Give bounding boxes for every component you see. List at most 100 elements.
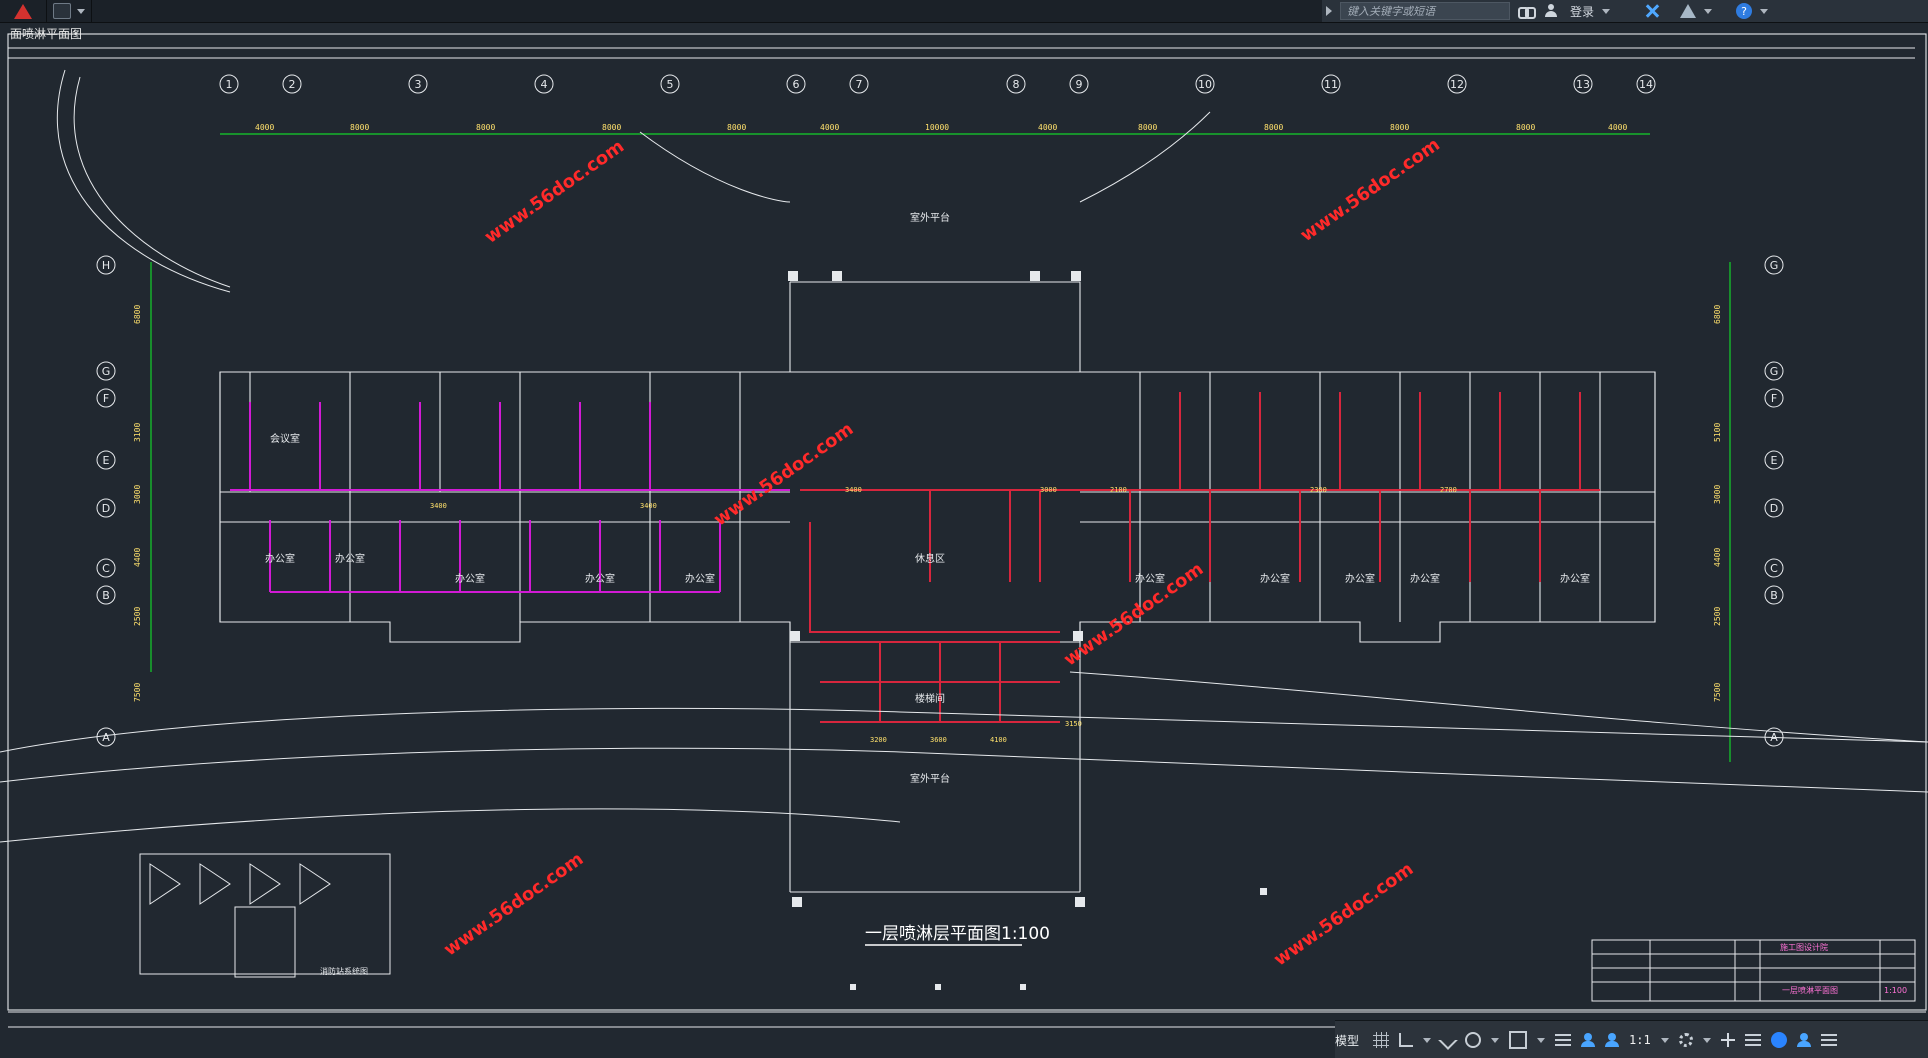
status-bar: 模型 1:1 — [1335, 1020, 1928, 1058]
title-table-scale: 1:100 — [1884, 986, 1907, 995]
pipe-dim-2: 3400 — [640, 502, 657, 510]
title-table-subtitle: 一层喷淋平面图 — [1782, 985, 1838, 995]
pipe-dim-1: 3400 — [430, 502, 447, 510]
model-space-button[interactable]: 模型 — [1335, 1032, 1363, 1049]
pipe-dim-5: 2100 — [1110, 486, 1127, 494]
grid-label-top-5: 5 — [667, 78, 674, 91]
dim-top-13: 4000 — [1608, 123, 1627, 132]
drawing-canvas[interactable]: 1 2 3 4 5 6 7 8 9 10 11 12 13 14 H G F E… — [0, 22, 1928, 1058]
pipe-dim-4: 3000 — [1040, 486, 1057, 494]
save-icon[interactable] — [53, 3, 71, 19]
title-table-heading: 施工图设计院 — [1780, 942, 1828, 952]
grid-label-right-G2: G — [1770, 365, 1779, 378]
room-label-office-8: 办公室 — [1345, 572, 1375, 585]
isolate-objects-icon[interactable] — [1744, 1034, 1761, 1046]
dim-right-3: 3000 — [1713, 485, 1722, 504]
dim-right-1: 6800 — [1713, 305, 1722, 324]
exchange-x-icon[interactable] — [1644, 3, 1660, 19]
lineweight-icon[interactable] — [1555, 1034, 1572, 1046]
autocad-logo-icon — [14, 3, 32, 19]
room-label-meeting: 会议室 — [270, 432, 300, 445]
workspace-settings-icon[interactable] — [1678, 1033, 1693, 1047]
drawing-tab-label: 面喷淋平面图 — [10, 26, 83, 41]
pipe-dim-11: 3150 — [1065, 720, 1082, 728]
dim-right-2: 5100 — [1713, 423, 1722, 442]
object-snap-icon[interactable] — [1509, 1031, 1528, 1049]
help-dropdown-caret-icon[interactable] — [1760, 8, 1769, 14]
search-collapse-icon[interactable] — [1326, 6, 1332, 16]
grid-label-left-F: F — [103, 392, 109, 405]
polar-tracking-icon[interactable] — [1465, 1032, 1482, 1048]
dim-top-1: 4000 — [255, 123, 274, 132]
drawing-tab[interactable]: 面喷淋平面图 — [10, 24, 82, 42]
dim-top-6: 4000 — [820, 123, 839, 132]
hardware-acceleration-icon[interactable] — [1770, 1032, 1787, 1048]
polar-dropdown-caret-icon[interactable] — [1491, 1037, 1500, 1043]
grid-label-top-1: 1 — [226, 78, 233, 91]
cad-drawing[interactable]: 1 2 3 4 5 6 7 8 9 10 11 12 13 14 H G F E… — [0, 22, 1928, 1058]
canvas-background — [0, 22, 1928, 1058]
help-icon[interactable]: ? — [1736, 3, 1753, 19]
dim-left-5: 2500 — [133, 607, 142, 626]
dim-top-9: 8000 — [1138, 123, 1157, 132]
user-icon[interactable] — [1544, 4, 1558, 18]
grid-label-left-A: A — [102, 731, 110, 744]
autodesk-icon[interactable] — [1680, 4, 1697, 18]
clean-screen-icon[interactable] — [1796, 1033, 1811, 1047]
dim-right-6: 7500 — [1713, 683, 1722, 702]
dim-top-4: 8000 — [602, 123, 621, 132]
dim-right-5: 2500 — [1713, 607, 1722, 626]
dim-top-8: 4000 — [1038, 123, 1057, 132]
annotation-scale-icon[interactable] — [1605, 1033, 1620, 1047]
grid-display-icon[interactable] — [1373, 1032, 1390, 1048]
login-label[interactable]: 登录 — [1570, 3, 1594, 20]
grid-label-top-12: 12 — [1450, 78, 1464, 91]
ortho-mode-icon[interactable] — [1438, 1030, 1458, 1050]
dim-left-6: 7500 — [133, 683, 142, 702]
room-label-office-3: 办公室 — [455, 572, 485, 585]
plus-icon[interactable] — [1720, 1033, 1735, 1047]
dim-left-2: 3100 — [133, 423, 142, 442]
grid-label-top-9: 9 — [1076, 78, 1083, 91]
dim-top-5: 8000 — [727, 123, 746, 132]
legend-title: 消防站系统图 — [320, 966, 368, 976]
dim-top-7: 10000 — [925, 123, 949, 132]
dim-top-10: 8000 — [1264, 123, 1283, 132]
login-dropdown-caret-icon[interactable] — [1602, 8, 1611, 14]
grid-label-right-G1: G — [1770, 259, 1779, 272]
room-label-office-5: 办公室 — [685, 572, 715, 585]
room-label-office-10: 办公室 — [1560, 572, 1590, 585]
grid-label-top-4: 4 — [541, 78, 548, 91]
grid-label-top-13: 13 — [1576, 78, 1590, 91]
application-menu-button[interactable] — [0, 0, 47, 22]
pipe-dim-10: 4100 — [990, 736, 1007, 744]
dim-left-3: 3000 — [133, 485, 142, 504]
search-input[interactable]: 键入关键字或短语 — [1340, 2, 1510, 20]
dim-top-2: 8000 — [350, 123, 369, 132]
qa-dropdown-caret-icon[interactable] — [77, 8, 85, 14]
room-label-office-1: 办公室 — [265, 552, 295, 565]
dim-top-11: 8000 — [1390, 123, 1409, 132]
dim-top-3: 8000 — [476, 123, 495, 132]
object-snap-dropdown-caret-icon[interactable] — [1537, 1037, 1546, 1043]
customization-menu-icon[interactable] — [1820, 1034, 1837, 1046]
snap-mode-icon[interactable] — [1399, 1033, 1414, 1047]
dim-top-12: 8000 — [1516, 123, 1535, 132]
grid-label-left-C: C — [102, 562, 110, 575]
workspace-dropdown-caret-icon[interactable] — [1702, 1037, 1711, 1043]
snap-dropdown-caret-icon[interactable] — [1423, 1037, 1432, 1043]
binoculars-icon[interactable] — [1518, 5, 1536, 19]
room-label-office-4: 办公室 — [585, 572, 615, 585]
annotation-visibility-icon[interactable] — [1581, 1033, 1596, 1047]
room-label-office-2: 办公室 — [335, 552, 365, 565]
room-label-stair-hall: 楼梯间 — [915, 692, 945, 705]
grid-label-top-11: 11 — [1324, 78, 1338, 91]
grid-label-top-2: 2 — [289, 78, 296, 91]
grid-label-right-F: F — [1771, 392, 1777, 405]
annotation-scale-label[interactable]: 1:1 — [1629, 1033, 1651, 1047]
search-area: 键入关键字或短语 登录 ? — [1322, 0, 1928, 22]
scale-dropdown-caret-icon[interactable] — [1660, 1037, 1669, 1043]
exchange-dropdown-caret-icon[interactable] — [1704, 8, 1713, 14]
grid-label-left-G: G — [102, 365, 111, 378]
pipe-dim-8: 3200 — [870, 736, 887, 744]
